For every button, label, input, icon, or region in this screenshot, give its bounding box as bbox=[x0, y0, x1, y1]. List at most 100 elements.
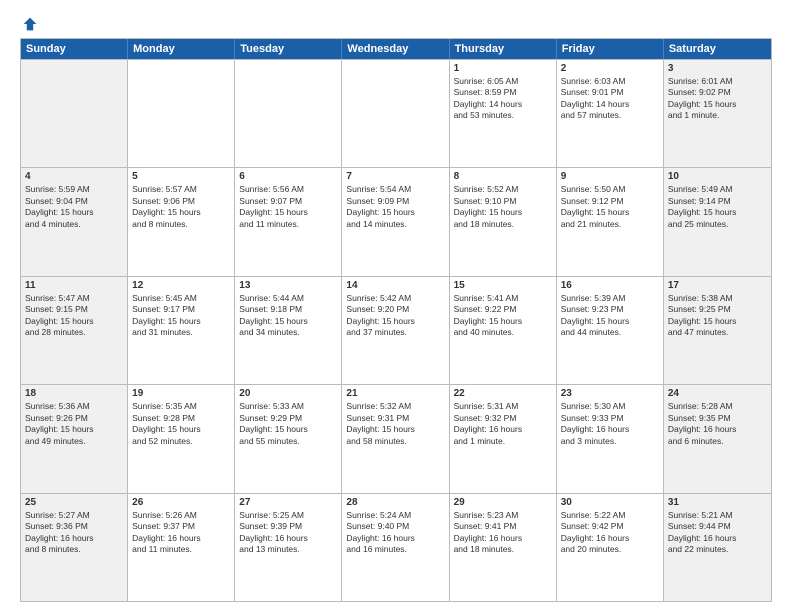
day-number: 19 bbox=[132, 388, 230, 399]
day-info: Sunrise: 5:31 AM Sunset: 9:32 PM Dayligh… bbox=[454, 401, 552, 447]
calendar-cell: 29 Sunrise: 5:23 AM Sunset: 9:41 PM Dayli… bbox=[450, 494, 557, 601]
calendar-cell: 5 Sunrise: 5:57 AM Sunset: 9:06 PM Daylig… bbox=[128, 168, 235, 275]
header-cell-thursday: Thursday bbox=[450, 39, 557, 59]
calendar-cell bbox=[342, 60, 449, 167]
day-info: Sunrise: 5:22 AM Sunset: 9:42 PM Dayligh… bbox=[561, 510, 659, 556]
calendar-cell: 15Sunrise: 5:41 AM Sunset: 9:22 PM Dayli… bbox=[450, 277, 557, 384]
calendar-row-4: 25Sunrise: 5:27 AM Sunset: 9:36 PM Dayli… bbox=[21, 493, 771, 601]
day-info: Sunrise: 5:57 AM Sunset: 9:06 PM Dayligh… bbox=[132, 184, 230, 230]
day-number: 3 bbox=[668, 63, 767, 74]
calendar-cell: 17 Sunrise: 5:38 AM Sunset: 9:25 PM Dayli… bbox=[664, 277, 771, 384]
day-number: 1 bbox=[454, 63, 552, 74]
day-info: Sunrise: 5:56 AM Sunset: 9:07 PM Dayligh… bbox=[239, 184, 337, 230]
day-number: 30 bbox=[561, 497, 659, 508]
calendar-cell: 21 Sunrise: 5:32 AM Sunset: 9:31 PM Dayli… bbox=[342, 385, 449, 492]
page: SundayMondayTuesdayWednesdayThursdayFrid… bbox=[0, 0, 792, 612]
day-info: Sunrise: 5:28 AM Sunset: 9:35 PM Dayligh… bbox=[668, 401, 767, 447]
calendar: SundayMondayTuesdayWednesdayThursdayFrid… bbox=[20, 38, 772, 602]
day-info: Sunrise: 5:32 AM Sunset: 9:31 PM Dayligh… bbox=[346, 401, 444, 447]
calendar-row-3: 18Sunrise: 5:36 AM Sunset: 9:26 PM Dayli… bbox=[21, 384, 771, 492]
calendar-cell: 14 Sunrise: 5:42 AM Sunset: 9:20 PM Dayli… bbox=[342, 277, 449, 384]
calendar-cell bbox=[21, 60, 128, 167]
calendar-cell: 4 Sunrise: 5:59 AM Sunset: 9:04 PM Daylig… bbox=[21, 168, 128, 275]
calendar-cell: 8Sunrise: 5:52 AM Sunset: 9:10 PM Daylig… bbox=[450, 168, 557, 275]
calendar-cell: 12 Sunrise: 5:45 AM Sunset: 9:17 PM Dayli… bbox=[128, 277, 235, 384]
calendar-cell: 11 Sunrise: 5:47 AM Sunset: 9:15 PM Dayli… bbox=[21, 277, 128, 384]
day-number: 9 bbox=[561, 171, 659, 182]
day-info: Sunrise: 5:45 AM Sunset: 9:17 PM Dayligh… bbox=[132, 293, 230, 339]
calendar-row-1: 4 Sunrise: 5:59 AM Sunset: 9:04 PM Daylig… bbox=[21, 167, 771, 275]
calendar-cell: 16Sunrise: 5:39 AM Sunset: 9:23 PM Dayli… bbox=[557, 277, 664, 384]
calendar-cell: 18Sunrise: 5:36 AM Sunset: 9:26 PM Dayli… bbox=[21, 385, 128, 492]
calendar-cell: 10 Sunrise: 5:49 AM Sunset: 9:14 PM Dayli… bbox=[664, 168, 771, 275]
day-number: 24 bbox=[668, 388, 767, 399]
day-info: Sunrise: 5:33 AM Sunset: 9:29 PM Dayligh… bbox=[239, 401, 337, 447]
logo bbox=[20, 16, 38, 32]
calendar-cell: 31 Sunrise: 5:21 AM Sunset: 9:44 PM Dayli… bbox=[664, 494, 771, 601]
calendar-cell: 30 Sunrise: 5:22 AM Sunset: 9:42 PM Dayli… bbox=[557, 494, 664, 601]
day-number: 5 bbox=[132, 171, 230, 182]
day-number: 10 bbox=[668, 171, 767, 182]
day-info: Sunrise: 6:03 AM Sunset: 9:01 PM Dayligh… bbox=[561, 76, 659, 122]
calendar-cell: 19Sunrise: 5:35 AM Sunset: 9:28 PM Dayli… bbox=[128, 385, 235, 492]
day-info: Sunrise: 5:24 AM Sunset: 9:40 PM Dayligh… bbox=[346, 510, 444, 556]
calendar-cell: 24 Sunrise: 5:28 AM Sunset: 9:35 PM Dayli… bbox=[664, 385, 771, 492]
day-number: 2 bbox=[561, 63, 659, 74]
day-number: 20 bbox=[239, 388, 337, 399]
calendar-cell: 9 Sunrise: 5:50 AM Sunset: 9:12 PM Daylig… bbox=[557, 168, 664, 275]
day-info: Sunrise: 5:52 AM Sunset: 9:10 PM Dayligh… bbox=[454, 184, 552, 230]
day-info: Sunrise: 5:30 AM Sunset: 9:33 PM Dayligh… bbox=[561, 401, 659, 447]
day-number: 12 bbox=[132, 280, 230, 291]
header bbox=[20, 16, 772, 32]
calendar-cell: 1 Sunrise: 6:05 AM Sunset: 8:59 PM Daylig… bbox=[450, 60, 557, 167]
day-info: Sunrise: 5:42 AM Sunset: 9:20 PM Dayligh… bbox=[346, 293, 444, 339]
calendar-cell: 23 Sunrise: 5:30 AM Sunset: 9:33 PM Dayli… bbox=[557, 385, 664, 492]
day-info: Sunrise: 6:05 AM Sunset: 8:59 PM Dayligh… bbox=[454, 76, 552, 122]
calendar-header: SundayMondayTuesdayWednesdayThursdayFrid… bbox=[21, 39, 771, 59]
day-info: Sunrise: 5:49 AM Sunset: 9:14 PM Dayligh… bbox=[668, 184, 767, 230]
day-info: Sunrise: 5:25 AM Sunset: 9:39 PM Dayligh… bbox=[239, 510, 337, 556]
day-info: Sunrise: 5:47 AM Sunset: 9:15 PM Dayligh… bbox=[25, 293, 123, 339]
day-info: Sunrise: 5:44 AM Sunset: 9:18 PM Dayligh… bbox=[239, 293, 337, 339]
calendar-row-0: 1 Sunrise: 6:05 AM Sunset: 8:59 PM Daylig… bbox=[21, 59, 771, 167]
day-info: Sunrise: 5:38 AM Sunset: 9:25 PM Dayligh… bbox=[668, 293, 767, 339]
day-number: 17 bbox=[668, 280, 767, 291]
calendar-cell: 20 Sunrise: 5:33 AM Sunset: 9:29 PM Dayli… bbox=[235, 385, 342, 492]
day-number: 31 bbox=[668, 497, 767, 508]
day-number: 21 bbox=[346, 388, 444, 399]
calendar-cell: 3 Sunrise: 6:01 AM Sunset: 9:02 PM Daylig… bbox=[664, 60, 771, 167]
calendar-cell: 13 Sunrise: 5:44 AM Sunset: 9:18 PM Dayli… bbox=[235, 277, 342, 384]
day-info: Sunrise: 5:36 AM Sunset: 9:26 PM Dayligh… bbox=[25, 401, 123, 447]
day-number: 29 bbox=[454, 497, 552, 508]
day-number: 4 bbox=[25, 171, 123, 182]
header-cell-sunday: Sunday bbox=[21, 39, 128, 59]
day-number: 14 bbox=[346, 280, 444, 291]
day-info: Sunrise: 5:41 AM Sunset: 9:22 PM Dayligh… bbox=[454, 293, 552, 339]
day-info: Sunrise: 5:26 AM Sunset: 9:37 PM Dayligh… bbox=[132, 510, 230, 556]
day-number: 23 bbox=[561, 388, 659, 399]
day-info: Sunrise: 6:01 AM Sunset: 9:02 PM Dayligh… bbox=[668, 76, 767, 122]
day-info: Sunrise: 5:50 AM Sunset: 9:12 PM Dayligh… bbox=[561, 184, 659, 230]
calendar-cell bbox=[128, 60, 235, 167]
day-number: 11 bbox=[25, 280, 123, 291]
calendar-row-2: 11 Sunrise: 5:47 AM Sunset: 9:15 PM Dayli… bbox=[21, 276, 771, 384]
calendar-cell: 22 Sunrise: 5:31 AM Sunset: 9:32 PM Dayli… bbox=[450, 385, 557, 492]
day-number: 6 bbox=[239, 171, 337, 182]
day-info: Sunrise: 5:27 AM Sunset: 9:36 PM Dayligh… bbox=[25, 510, 123, 556]
day-number: 22 bbox=[454, 388, 552, 399]
header-cell-monday: Monday bbox=[128, 39, 235, 59]
calendar-body: 1 Sunrise: 6:05 AM Sunset: 8:59 PM Daylig… bbox=[21, 59, 771, 601]
day-info: Sunrise: 5:21 AM Sunset: 9:44 PM Dayligh… bbox=[668, 510, 767, 556]
header-cell-saturday: Saturday bbox=[664, 39, 771, 59]
day-number: 7 bbox=[346, 171, 444, 182]
day-info: Sunrise: 5:23 AM Sunset: 9:41 PM Dayligh… bbox=[454, 510, 552, 556]
calendar-cell bbox=[235, 60, 342, 167]
logo-icon bbox=[22, 16, 38, 32]
day-number: 13 bbox=[239, 280, 337, 291]
header-cell-tuesday: Tuesday bbox=[235, 39, 342, 59]
day-info: Sunrise: 5:59 AM Sunset: 9:04 PM Dayligh… bbox=[25, 184, 123, 230]
day-number: 28 bbox=[346, 497, 444, 508]
day-info: Sunrise: 5:39 AM Sunset: 9:23 PM Dayligh… bbox=[561, 293, 659, 339]
header-cell-wednesday: Wednesday bbox=[342, 39, 449, 59]
calendar-cell: 27Sunrise: 5:25 AM Sunset: 9:39 PM Dayli… bbox=[235, 494, 342, 601]
